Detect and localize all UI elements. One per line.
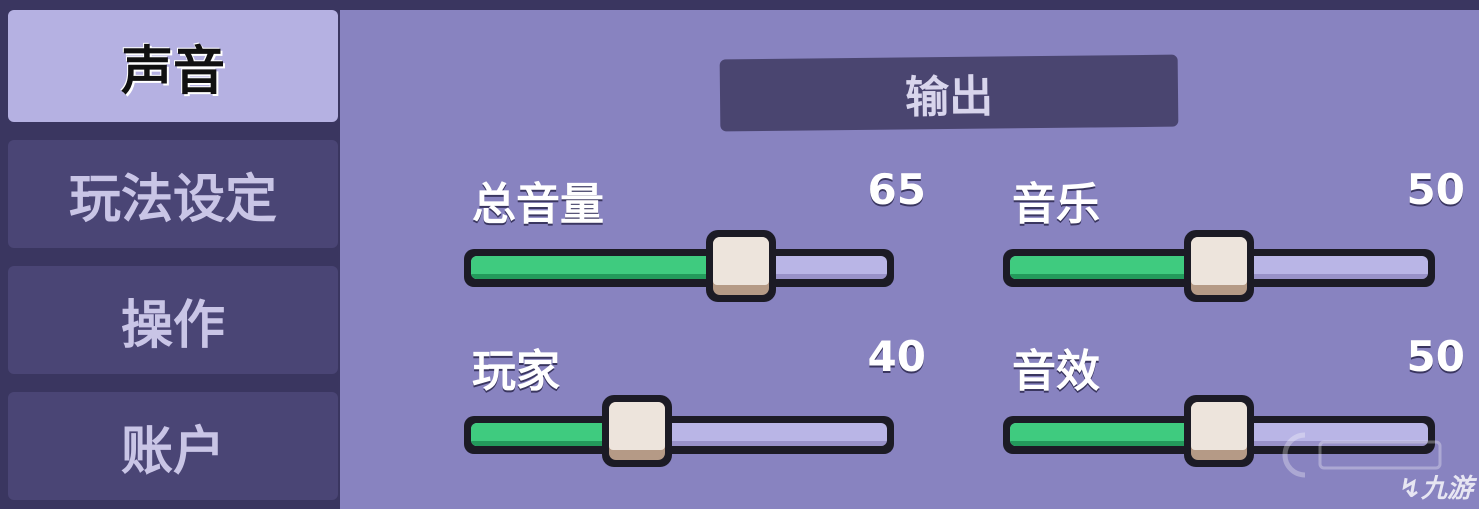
tab-sound[interactable]: 声音	[8, 10, 338, 122]
tab-account-label: 账户	[120, 421, 225, 482]
music-knob[interactable]	[1184, 230, 1254, 302]
music-value: 50	[1406, 165, 1465, 214]
tab-controls-label: 操作	[120, 295, 225, 356]
sfx-knob[interactable]	[1184, 395, 1254, 467]
section-title: 输出	[904, 71, 994, 124]
master-volume-slider[interactable]	[464, 249, 894, 287]
player-volume-knob[interactable]	[602, 395, 673, 467]
player-volume-slider[interactable]	[464, 416, 894, 454]
tab-sound-label: 声音	[120, 41, 225, 102]
watermark: ↯九游	[1399, 468, 1473, 505]
sfx-value: 50	[1406, 332, 1465, 381]
tab-account[interactable]: 账户	[8, 392, 338, 500]
master-volume-track	[471, 256, 887, 279]
music-label: 音乐	[1012, 179, 1100, 230]
master-volume-fill	[471, 256, 746, 279]
player-volume-label: 玩家	[472, 346, 560, 397]
section-header: 输出	[719, 54, 1179, 132]
tab-gameplay-label: 玩法设定	[68, 169, 277, 230]
player-volume-value: 40	[867, 332, 926, 381]
master-volume-knob[interactable]	[706, 230, 777, 302]
master-volume-label: 总音量	[472, 179, 604, 230]
player-volume-track	[471, 423, 887, 446]
sfx-label: 音效	[1012, 346, 1100, 397]
tab-gameplay[interactable]: 玩法设定	[8, 140, 338, 248]
tab-controls[interactable]: 操作	[8, 266, 338, 374]
top-bar	[0, 0, 1479, 10]
watermark-icon: ↯	[1399, 474, 1421, 504]
master-volume-value: 65	[867, 165, 926, 214]
watermark-text: 九游	[1420, 474, 1473, 504]
settings-sidebar: 声音 玩法设定 操作 账户	[0, 10, 340, 509]
